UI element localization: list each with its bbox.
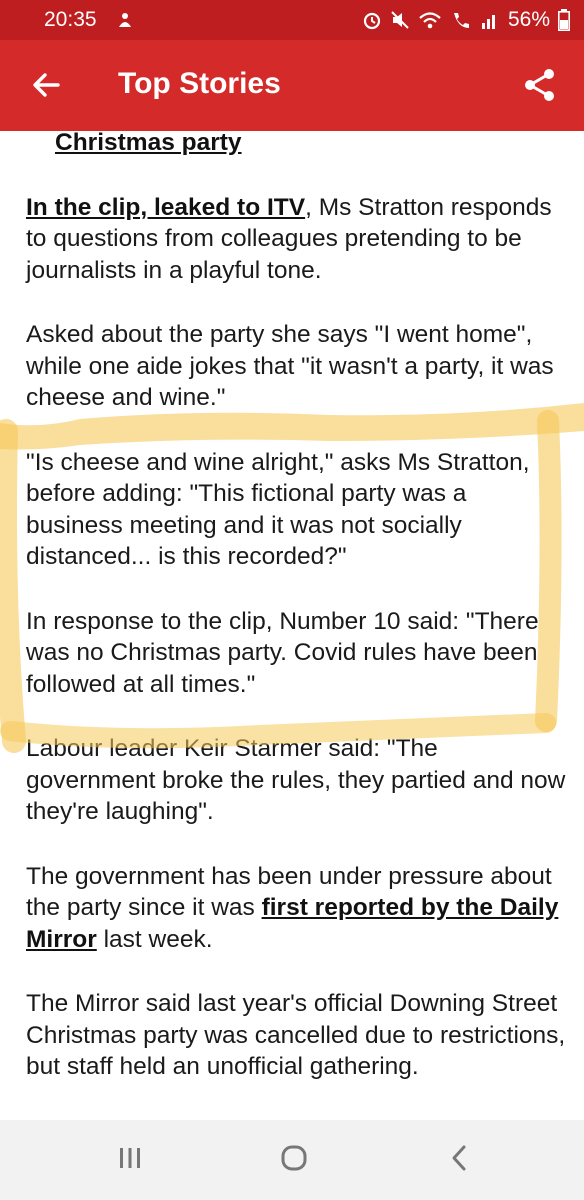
app-bar: Top Stories (0, 40, 584, 131)
status-bar: 20:35 56% (0, 0, 584, 40)
wifi-icon (419, 12, 441, 29)
article-body: Christmas party In the clip, leaked to I… (26, 131, 566, 1116)
article-paragraph-2: Asked about the party she says "I went h… (26, 321, 554, 411)
article-paragraph-7: The Mirror said last year's official Dow… (26, 990, 566, 1080)
navigation-bar (0, 1120, 584, 1200)
status-time: 20:35 (44, 8, 97, 31)
article-content[interactable]: Christmas party In the clip, leaked to I… (0, 131, 584, 1120)
article-paragraph-4: In response to the clip, Number 10 said:… (26, 607, 539, 698)
status-icons: 56% (362, 8, 570, 32)
article-paragraph-5: Labour leader Keir Starmer said: "The go… (26, 735, 566, 825)
battery-icon (558, 9, 570, 31)
signal-icon (481, 15, 495, 29)
christmas-party-link[interactable]: Christmas party (55, 131, 566, 159)
notification-icon (119, 13, 131, 27)
battery-percent: 56% (507, 8, 550, 31)
home-icon[interactable] (278, 1142, 310, 1174)
share-icon[interactable] (522, 66, 558, 104)
wifi-calling-icon (453, 13, 469, 28)
article-paragraph-3: "Is cheese and wine alright," asks Ms St… (26, 448, 530, 571)
itv-clip-link[interactable]: In the clip, leaked to ITV (26, 194, 305, 221)
page-title: Top Stories (118, 67, 281, 100)
article-paragraph-1: In the clip, leaked to ITV, Ms Stratton … (26, 192, 566, 287)
recent-apps-icon[interactable] (114, 1142, 146, 1174)
alarm-icon (363, 12, 381, 30)
paragraph-6-text-after: last week. (96, 925, 213, 953)
back-arrow-icon[interactable] (28, 67, 64, 103)
back-icon[interactable] (444, 1142, 476, 1174)
mute-icon (391, 11, 409, 29)
article-paragraph-6: The government has been under pressure a… (26, 861, 566, 956)
